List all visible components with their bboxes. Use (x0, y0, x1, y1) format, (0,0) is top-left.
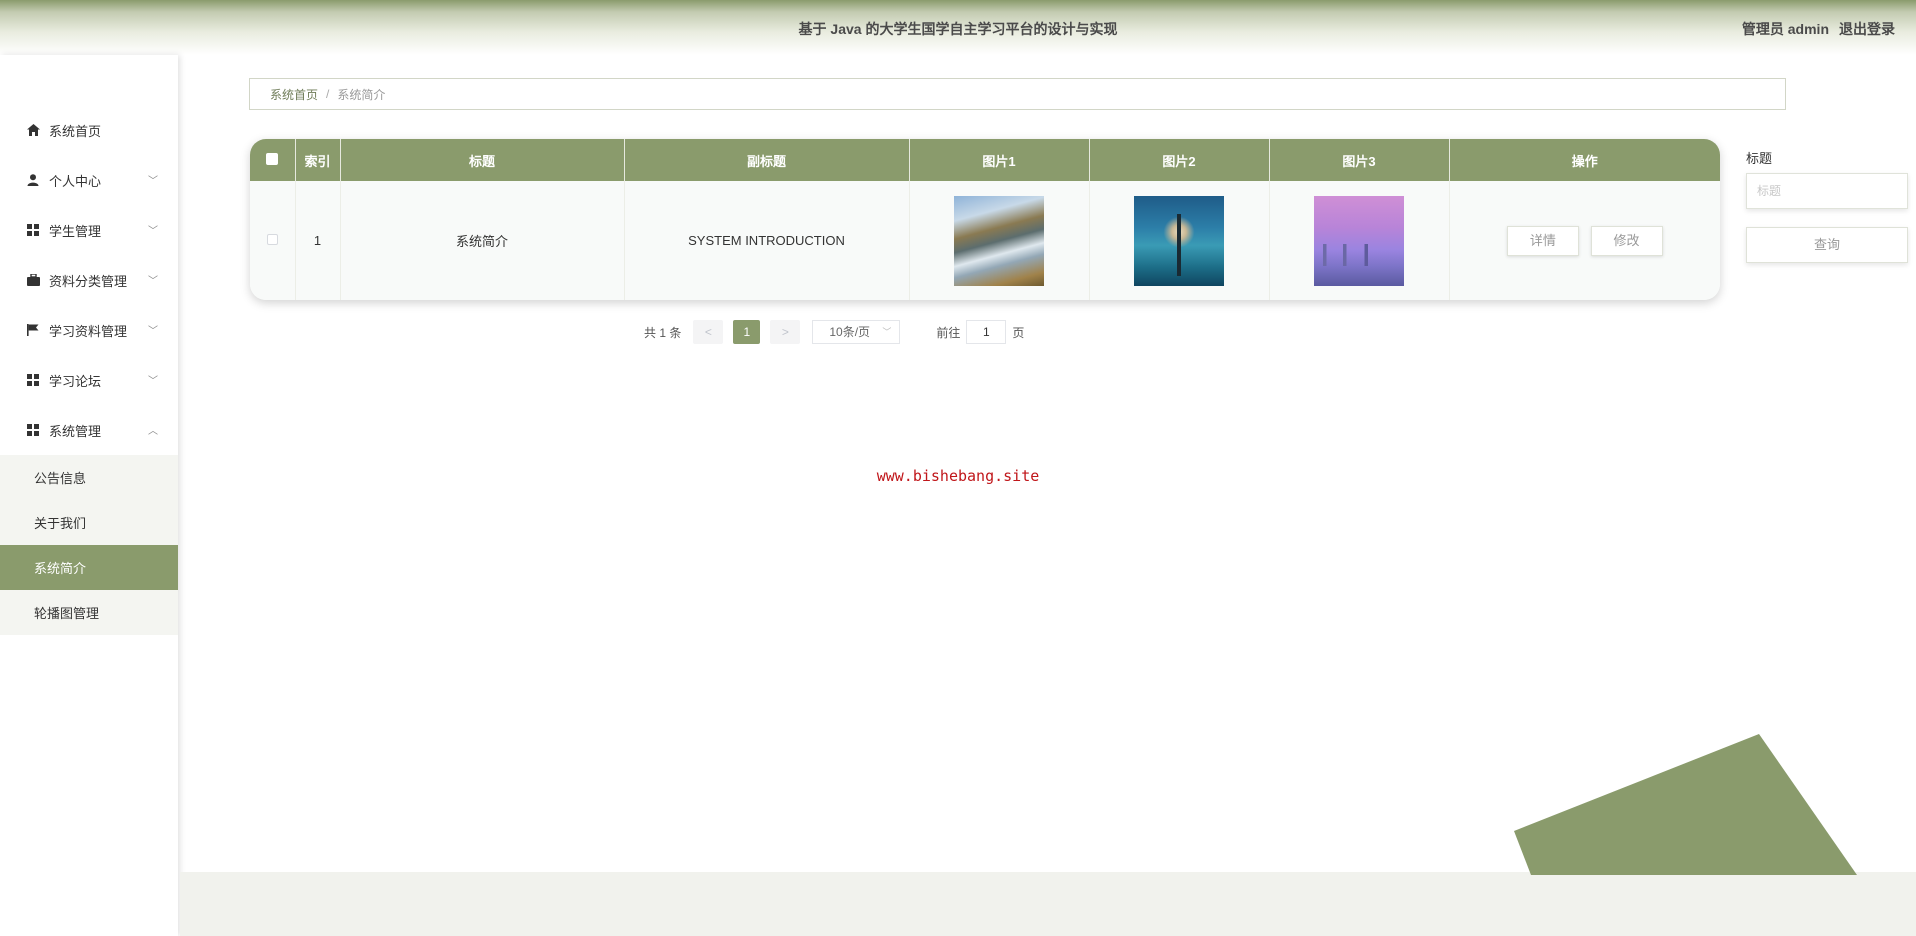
chevron-down-icon: ﹀ (148, 226, 158, 237)
column-header-title: 标题 (340, 139, 625, 181)
column-header-image3: 图片3 (1269, 139, 1450, 181)
user-icon (26, 173, 40, 187)
cell-image1 (909, 181, 1090, 300)
logout-link[interactable]: 退出登录 (1839, 19, 1895, 39)
image-thumbnail-tower-sea[interactable] (1134, 195, 1224, 286)
footer-band (180, 872, 1916, 936)
admin-user-label: 管理员 admin (1741, 21, 1829, 37)
image-thumbnail-coast[interactable] (954, 195, 1044, 286)
sidebar-item-label: 学习资料管理 (49, 323, 128, 339)
sidebar-item-label: 个人中心 (49, 173, 102, 189)
cell-image2 (1089, 181, 1270, 300)
sidebar-item-students[interactable]: 学生管理 ﹀ (0, 205, 178, 255)
watermark-text: www.bishebang.site (876, 467, 1040, 485)
select-all-header (250, 139, 296, 181)
chevron-down-icon: ﹀ (148, 276, 158, 287)
cell-subtitle: SYSTEM INTRODUCTION (624, 181, 910, 300)
briefcase-icon (26, 273, 40, 287)
page-jumper: 前往 页 (936, 320, 1024, 344)
next-page-button[interactable]: > (770, 320, 801, 344)
chevron-down-icon: ﹀ (148, 176, 158, 187)
submenu-item-carousel[interactable]: 轮播图管理 (0, 590, 178, 635)
sidebar-item-label: 学习论坛 (49, 373, 102, 389)
table-header-row: 索引 标题 副标题 图片1 图片2 图片3 操作 (250, 139, 1720, 181)
header-user-area: 管理员 admin 退出登录 (1742, 19, 1895, 39)
prev-page-button[interactable]: < (693, 320, 724, 344)
cell-actions: 详情 修改 (1449, 181, 1720, 300)
sidebar-item-profile[interactable]: 个人中心 ﹀ (0, 155, 178, 205)
table-row: 1 系统简介 SYSTEM INTRODUCTION 详情 修改 (250, 181, 1720, 300)
submenu-item-system-intro[interactable]: 系统简介 (0, 545, 178, 590)
sidebar-item-material-category[interactable]: 资料分类管理 ﹀ (0, 255, 178, 305)
sidebar-item-home[interactable]: 系统首页 (0, 105, 178, 155)
column-header-image2: 图片2 (1089, 139, 1270, 181)
sidebar-item-forum[interactable]: 学习论坛 ﹀ (0, 355, 178, 405)
top-header: 基于 Java 的大学生国学自主学习平台的设计与实现 管理员 admin 退出登… (0, 0, 1916, 55)
chevron-down-icon: ﹀ (148, 376, 158, 387)
cell-index: 1 (295, 181, 341, 300)
row-checkbox[interactable] (266, 234, 278, 245)
grid-icon (26, 223, 40, 237)
chevron-down-icon: ﹀ (882, 327, 892, 337)
sidebar-item-label: 学生管理 (49, 223, 102, 239)
page-size-value: 10条/页 (829, 325, 871, 339)
search-title-label: 标题 (1746, 151, 1773, 166)
sidebar-item-study-material[interactable]: 学习资料管理 ﹀ (0, 305, 178, 355)
goto-suffix: 页 (1012, 325, 1025, 340)
breadcrumb-current: 系统简介 (337, 87, 386, 102)
detail-button[interactable]: 详情 (1506, 225, 1579, 256)
edit-button[interactable]: 修改 (1590, 225, 1663, 256)
sidebar: 系统首页 个人中心 ﹀ 学生管理 ﹀ 资料分类管理 ﹀ 学习资料管理 ﹀ 学习论… (0, 55, 178, 936)
data-table: 索引 标题 副标题 图片1 图片2 图片3 操作 1 系统简介 SYSTEM I… (250, 139, 1720, 300)
sidebar-item-label: 系统管理 (49, 423, 102, 439)
goto-prefix: 前往 (936, 325, 961, 340)
goto-page-input[interactable] (966, 320, 1007, 344)
column-header-image1: 图片1 (909, 139, 1090, 181)
chevron-up-icon: ︿ (148, 426, 158, 437)
home-icon (26, 123, 40, 137)
chevron-down-icon: ﹀ (148, 326, 158, 337)
page-number-button[interactable]: 1 (733, 320, 761, 344)
page-size-select[interactable]: 10条/页 ﹀ (812, 320, 901, 344)
breadcrumb-home-link[interactable]: 系统首页 (270, 86, 318, 103)
pagination-total: 共 1 条 (644, 325, 682, 340)
flag-icon (26, 323, 40, 337)
search-button[interactable]: 查询 (1746, 227, 1908, 263)
sidebar-item-system-management[interactable]: 系统管理 ︿ (0, 405, 178, 455)
sidebar-item-label: 资料分类管理 (49, 273, 128, 289)
pagination: 共 1 条 < 1 > 10条/页 ﹀ 前往 页 (644, 320, 1024, 344)
cell-image3 (1269, 181, 1450, 300)
sidebar-item-label: 系统首页 (49, 123, 102, 139)
submenu-item-about-us[interactable]: 关于我们 (0, 500, 178, 545)
breadcrumb: 系统首页 / 系统简介 (249, 78, 1786, 110)
image-thumbnail-city-skyline[interactable] (1314, 195, 1404, 286)
app-title: 基于 Java 的大学生国学自主学习平台的设计与实现 (798, 21, 1118, 37)
grid-icon (26, 373, 40, 387)
column-header-index: 索引 (295, 139, 341, 181)
title-search-input[interactable] (1746, 173, 1908, 209)
row-select-cell (250, 181, 296, 300)
breadcrumb-separator: / (326, 87, 330, 101)
cell-title: 系统简介 (340, 181, 625, 300)
select-all-checkbox[interactable] (266, 152, 279, 165)
column-header-actions: 操作 (1571, 153, 1598, 169)
grid-icon (26, 423, 40, 437)
column-header-subtitle: 副标题 (624, 139, 910, 181)
